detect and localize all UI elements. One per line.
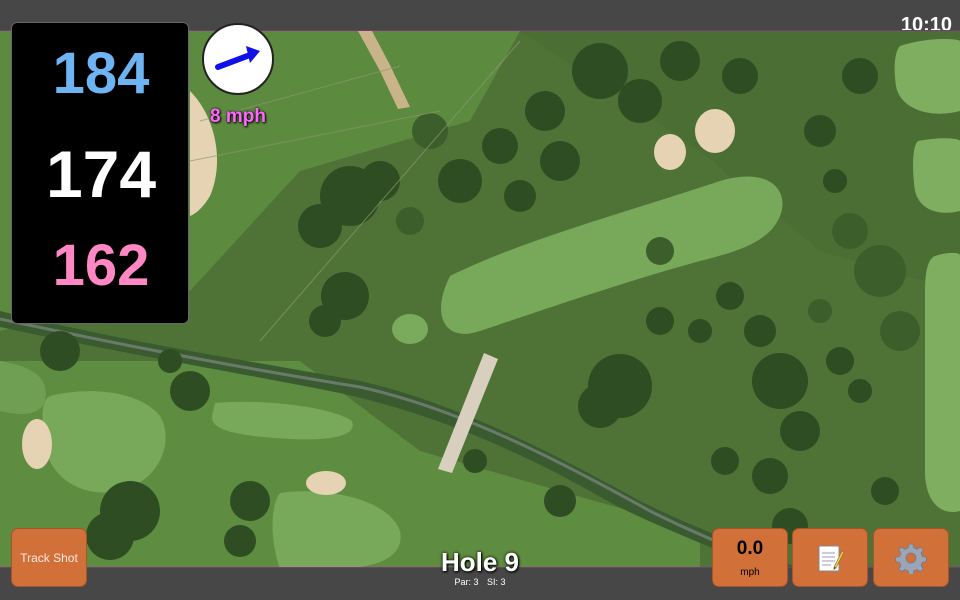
distance-panel: 184 174 162 bbox=[11, 22, 189, 324]
middle-distance: 174 bbox=[45, 137, 157, 211]
track-shot-label: Track Shot bbox=[20, 550, 78, 565]
speed-value: 0.0 bbox=[736, 538, 764, 559]
speed-unit: mph bbox=[740, 567, 760, 578]
track-shot-button[interactable]: Track Shot bbox=[11, 528, 87, 587]
front-distance: 162 bbox=[52, 233, 150, 298]
hole-par: Par: 3 bbox=[454, 577, 479, 587]
back-distance: 184 bbox=[52, 41, 150, 106]
notepad-icon bbox=[818, 545, 845, 571]
wind-speed: 8 mph bbox=[210, 106, 266, 127]
hole-title: Hole 9 bbox=[440, 547, 520, 577]
wind-direction-arrow-icon bbox=[215, 46, 260, 70]
speed-button[interactable]: 0.0 mph bbox=[712, 528, 788, 587]
hole-stroke-index: SI: 3 bbox=[487, 577, 506, 587]
notes-button[interactable] bbox=[792, 528, 868, 587]
hole-details: Par: 3 SI: 3 bbox=[380, 577, 580, 587]
gear-icon bbox=[895, 543, 927, 574]
settings-button[interactable] bbox=[873, 528, 949, 587]
wind-indicator bbox=[202, 23, 274, 95]
golf-gps-screen: 10:10 184 174 162 8 mph Track Shot Hole … bbox=[0, 0, 960, 600]
